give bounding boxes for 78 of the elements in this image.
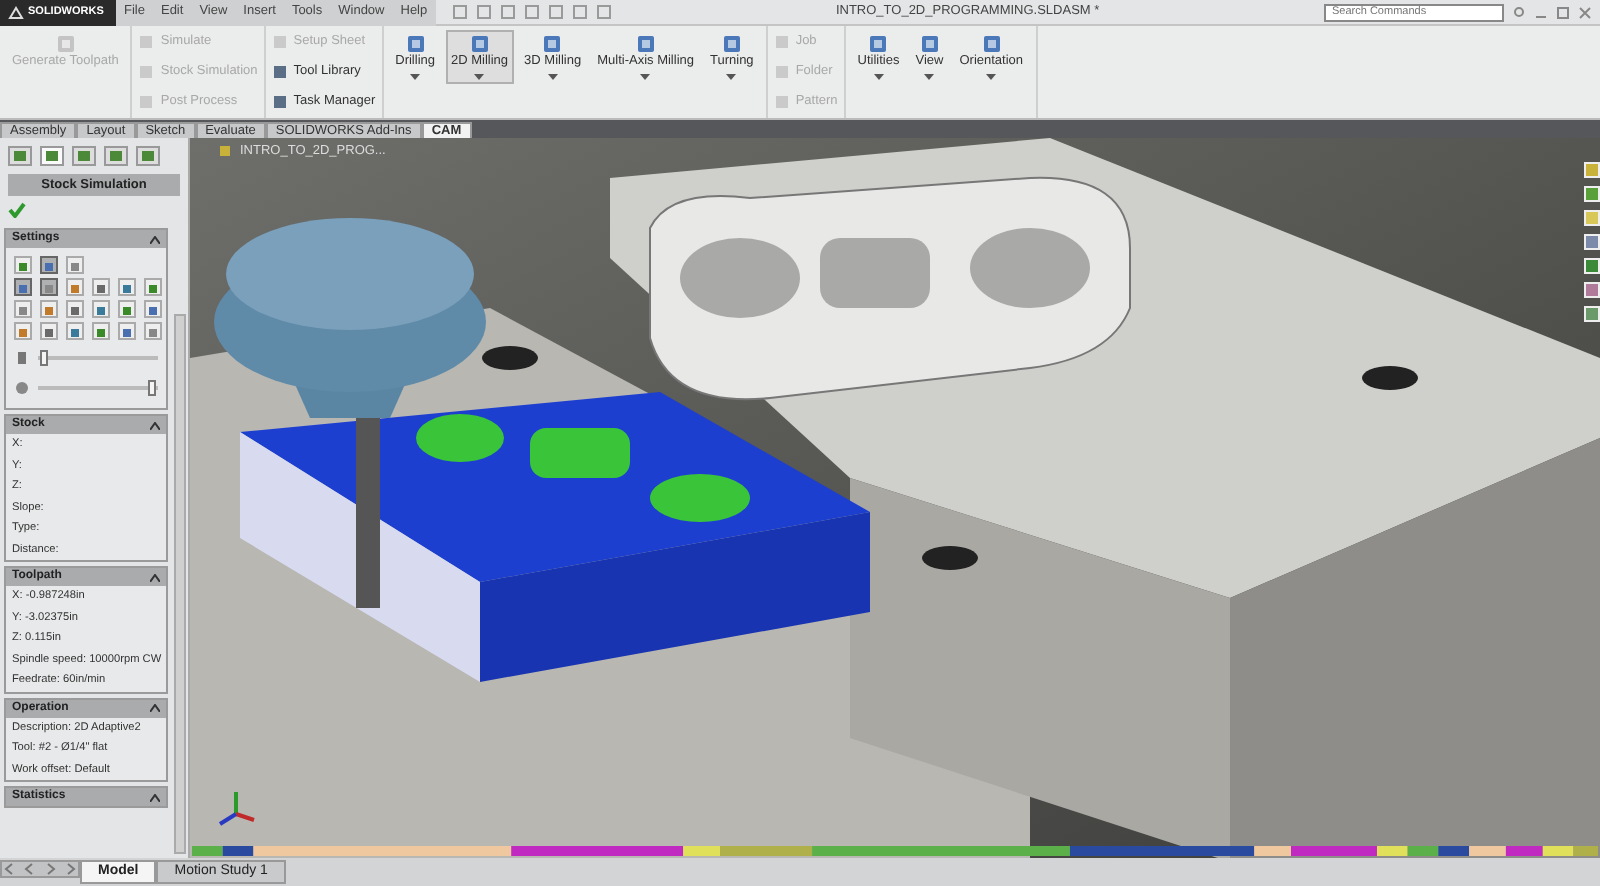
square-icon [16,303,30,318]
square-icon [16,325,30,340]
collapse-icon[interactable] [150,704,160,712]
assembly-icon [218,144,232,159]
scrollbar[interactable] [174,314,186,854]
brand-mark-icon [8,5,24,19]
caret-icon [924,74,935,81]
square-icon [108,150,124,163]
square-icon [44,150,60,163]
slider-thumb[interactable] [148,379,156,395]
panel-tab[interactable] [136,146,160,166]
square-icon [146,303,160,318]
caret-icon [873,74,884,81]
toggle-button[interactable] [118,322,136,340]
square-icon [76,150,92,163]
square-icon [42,281,56,296]
toggle-button[interactable] [144,300,162,318]
square-icon [120,281,134,296]
toggle-button[interactable] [144,322,162,340]
toggle-button[interactable] [14,278,32,296]
panel-tab[interactable] [104,146,128,166]
toggle-button[interactable] [66,300,84,318]
caret-icon [640,74,651,81]
caret-icon [726,74,737,81]
toggle-button[interactable] [40,300,58,318]
square-icon [68,259,82,274]
collapse-icon[interactable] [150,421,160,429]
square-icon [120,303,134,318]
collapse-icon[interactable] [150,573,160,581]
toggle-button[interactable] [66,278,84,296]
panel-tab[interactable] [40,146,64,166]
toggle-button[interactable] [118,300,136,318]
axis-triad-icon [214,786,258,830]
square-icon [94,303,108,318]
toggle-button[interactable] [40,278,58,296]
square-icon [146,281,160,296]
toggle-button[interactable] [14,256,32,274]
square-icon [42,303,56,318]
toggle-button[interactable] [66,322,84,340]
square-icon [16,259,30,274]
square-icon [68,281,82,296]
caret-icon [410,74,421,81]
checkmark-icon[interactable] [8,202,26,218]
square-icon [146,325,160,340]
square-icon [42,259,56,274]
square-icon [94,281,108,296]
panel-tab[interactable] [8,146,32,166]
help-icon[interactable] [1512,5,1526,19]
toggle-button[interactable] [14,300,32,318]
toggle-button[interactable] [66,256,84,274]
spindle-icon [14,349,30,365]
toggle-button[interactable] [92,278,110,296]
toggle-button[interactable] [92,300,110,318]
collapse-icon[interactable] [150,793,160,801]
caret-icon [547,74,558,81]
square-icon [140,150,156,163]
toggle-button[interactable] [40,322,58,340]
square-icon [68,303,82,318]
square-icon [42,325,56,340]
panel-tab[interactable] [72,146,96,166]
toggle-button[interactable] [92,322,110,340]
square-icon [12,150,28,163]
square-icon [68,325,82,340]
caret-icon [474,74,485,81]
collapse-icon[interactable] [150,235,160,243]
caret-icon [986,74,997,81]
close-icon[interactable] [1578,5,1592,19]
toggle-button[interactable] [118,278,136,296]
restore-icon[interactable] [1556,5,1570,19]
square-icon [120,325,134,340]
toggle-button[interactable] [40,256,58,274]
slider-thumb[interactable] [40,349,48,365]
navigation-arrows-icon[interactable] [0,858,80,878]
toggle-button[interactable] [14,322,32,340]
circle-icon [14,379,30,395]
square-icon [16,281,30,296]
square-icon [94,325,108,340]
toggle-button[interactable] [144,278,162,296]
